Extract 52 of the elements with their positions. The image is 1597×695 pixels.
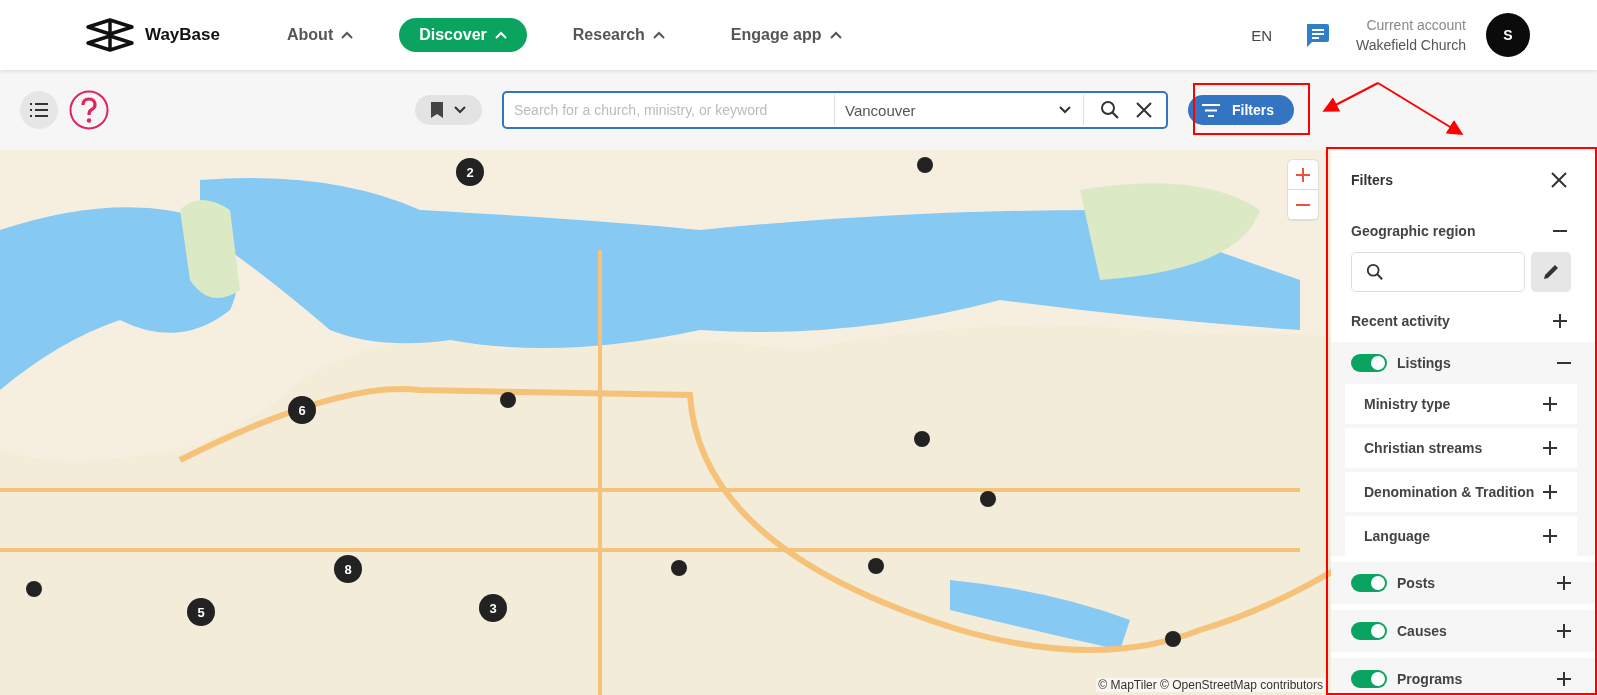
toggle-switch[interactable] <box>1351 670 1387 688</box>
chevron-up-icon[interactable] <box>829 31 842 39</box>
plus-icon[interactable] <box>1543 397 1557 411</box>
filter-icon[interactable] <box>1202 103 1220 117</box>
map-attribution: © MapTiler © OpenStreetMap contributors <box>1096 678 1325 692</box>
chat-icon[interactable] <box>1304 22 1330 48</box>
plus-icon[interactable] <box>1557 624 1571 638</box>
nav-menu-item[interactable]: Research <box>552 18 685 52</box>
plus-icon[interactable] <box>1557 576 1571 590</box>
help-icon[interactable] <box>69 90 109 130</box>
logo-icon <box>85 18 135 52</box>
list-view-button[interactable] <box>20 91 58 129</box>
search-icon[interactable] <box>1366 263 1384 281</box>
panel-title: Filters <box>1351 172 1393 188</box>
chevron-down-icon[interactable] <box>454 106 467 114</box>
filter-subsection[interactable]: Language <box>1345 516 1577 556</box>
chevron-up-icon[interactable] <box>652 31 665 39</box>
nav-menu-item[interactable]: About <box>267 18 374 52</box>
avatar[interactable]: S <box>1486 13 1530 57</box>
chevron-down-icon[interactable] <box>1059 106 1071 114</box>
toggle-switch[interactable] <box>1351 622 1387 640</box>
close-icon[interactable] <box>1136 102 1152 118</box>
close-icon[interactable] <box>1551 172 1567 188</box>
plus-icon[interactable] <box>1543 485 1557 499</box>
logo-text: WayBase <box>145 25 220 45</box>
bookmark-dropdown[interactable] <box>415 95 482 125</box>
account-name: Wakefield Church <box>1356 37 1466 53</box>
plus-icon[interactable] <box>1543 441 1557 455</box>
nav-menu-item[interactable]: Engage app <box>710 18 862 52</box>
region-search-field[interactable] <box>1351 252 1525 292</box>
filter-section-header[interactable]: Geographic region <box>1345 210 1571 252</box>
toggle-switch[interactable] <box>1351 354 1387 372</box>
filters-button[interactable]: Filters <box>1188 95 1294 125</box>
list-icon[interactable] <box>30 103 48 117</box>
account-caption: Current account <box>1366 17 1466 33</box>
chevron-up-icon[interactable] <box>341 31 354 39</box>
search-icon[interactable] <box>1100 100 1120 120</box>
filter-subsection[interactable]: Christian streams <box>1345 428 1577 468</box>
toggle-switch[interactable] <box>1351 574 1387 592</box>
filter-subsection[interactable]: Ministry type <box>1345 384 1577 424</box>
filter-section-header[interactable]: Listings <box>1351 342 1571 384</box>
language-selector[interactable]: EN <box>1245 25 1278 45</box>
draw-region-button[interactable] <box>1531 252 1571 292</box>
plus-icon[interactable] <box>1543 529 1557 543</box>
plus-icon[interactable] <box>1553 314 1567 328</box>
pencil-icon[interactable] <box>1542 263 1560 281</box>
search-bar[interactable]: Search for a church, ministry, or keyword Vancouver <box>502 91 1168 129</box>
filter-section-header[interactable]: Recent activity <box>1345 300 1571 342</box>
bookmark-icon[interactable] <box>430 101 445 119</box>
plus-icon[interactable] <box>1557 672 1571 686</box>
filter-subsection[interactable]: Denomination & Tradition <box>1345 472 1577 512</box>
location-dropdown[interactable]: Vancouver <box>834 95 1084 125</box>
